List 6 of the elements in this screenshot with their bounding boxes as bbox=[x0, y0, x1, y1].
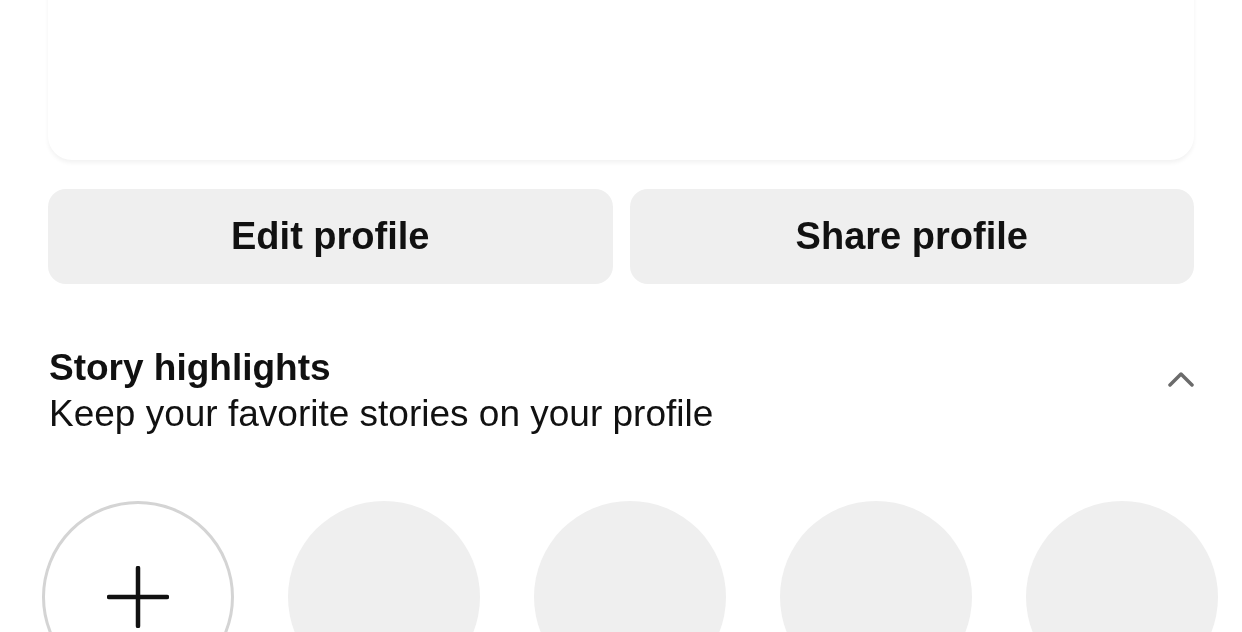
section-subtitle: Keep your favorite stories on your profile bbox=[49, 392, 714, 436]
plus-icon bbox=[107, 566, 169, 628]
profile-button[interactable]: Share profile bbox=[629, 189, 1194, 284]
chevron-icon[interactable] bbox=[1168, 371, 1194, 387]
section-title: Story highlights bbox=[49, 346, 331, 390]
profile-button[interactable]: Edit profile bbox=[48, 189, 613, 284]
